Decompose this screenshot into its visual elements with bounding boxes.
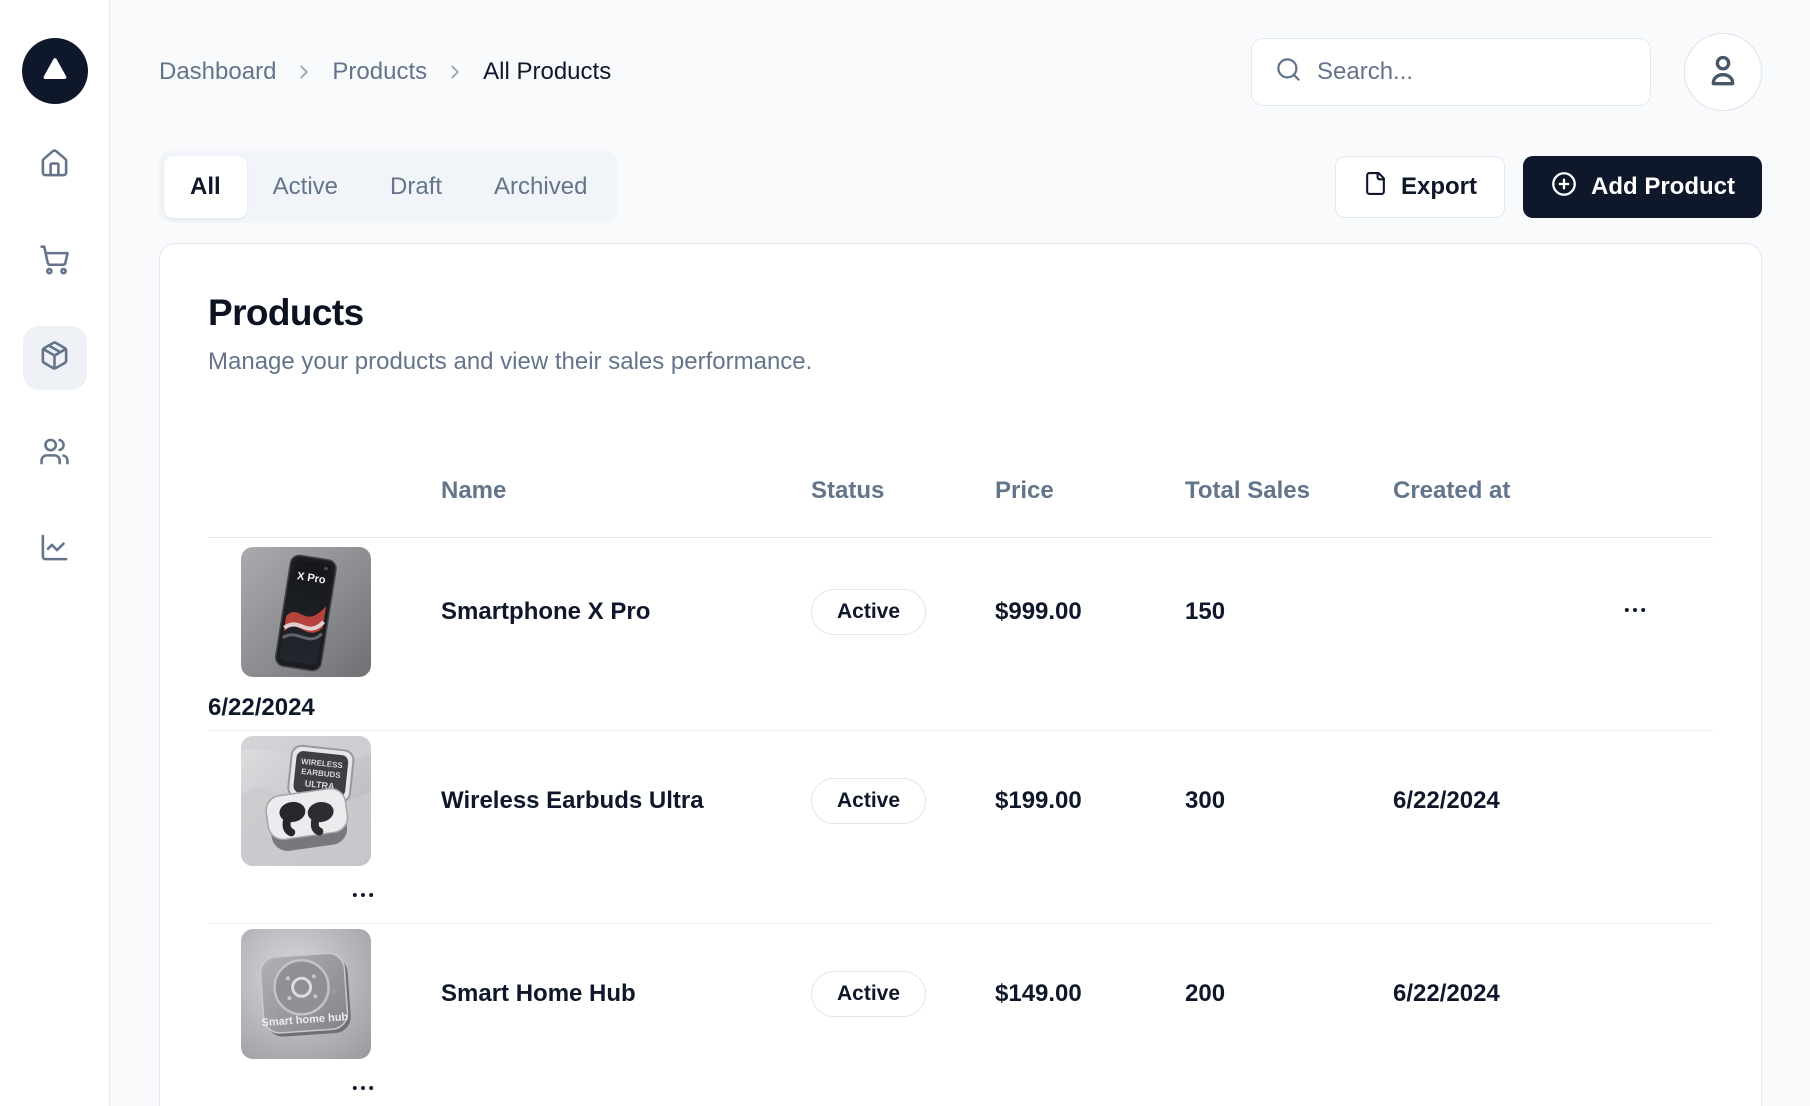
package-icon [39,340,70,376]
product-name: Smart Home Hub [441,980,811,1008]
earbuds-photo: WIRELESS EARBUDS ULTRA [241,736,371,866]
sidebar-nav [23,134,87,582]
product-total-sales: 300 [1185,787,1393,815]
breadcrumb-products[interactable]: Products [332,58,427,86]
sidebar-item-customers[interactable] [23,422,87,486]
product-name: Smartphone X Pro [441,598,811,626]
home-icon [39,148,70,184]
table-row: WIRELESS EARBUDS ULTRA [208,731,1713,924]
page-title: Products [208,292,1713,334]
sidebar-item-home[interactable] [23,134,87,198]
product-price: $149.00 [995,980,1185,1008]
filter-tabs: All Active Draft Archived [159,151,618,223]
status-badge: Active [811,971,926,1017]
add-product-button-label: Add Product [1591,173,1735,201]
chevron-right-icon [293,61,315,83]
more-horizontal-icon [349,881,377,912]
product-price: $999.00 [995,598,1185,626]
sidebar-item-analytics[interactable] [23,518,87,582]
main-content: Dashboard Products All Products [110,0,1810,1106]
toolbar: All Active Draft Archived Export Add Pro… [159,151,1762,223]
product-image-cell: X Pro [208,547,441,677]
chevron-right-icon [444,61,466,83]
row-actions [1613,590,1713,634]
table-header-row: Name Status Price Total Sales Created at [208,444,1713,538]
tab-draft[interactable]: Draft [364,156,468,218]
file-icon [1363,171,1388,203]
circle-plus-icon [1550,170,1578,205]
add-product-button[interactable]: Add Product [1523,156,1762,218]
row-menu-button[interactable] [1613,590,1657,634]
product-total-sales: 200 [1185,980,1393,1008]
smart-hub-photo: Smart home hub [241,929,371,1059]
product-created-at: 6/22/2024 [1393,980,1713,1008]
status-badge: Active [811,589,926,635]
tab-active[interactable]: Active [247,156,364,218]
shopping-cart-icon [39,244,70,280]
products-card: Products Manage your products and view t… [159,243,1762,1106]
users-icon [39,436,70,472]
table-header-status: Status [811,477,995,505]
page-description: Manage your products and view their sale… [208,348,1713,376]
search-icon [1275,56,1302,88]
product-created-at: 6/22/2024 [1393,787,1713,815]
smartphone-photo: X Pro [241,547,371,677]
search-input[interactable] [1317,58,1627,86]
topbar: Dashboard Products All Products [159,0,1762,111]
product-image-cell: WIRELESS EARBUDS ULTRA [208,736,441,866]
more-horizontal-icon [1621,596,1649,627]
product-created-at: 6/22/2024 [208,694,441,722]
table-header-price: Price [995,477,1185,505]
product-image-cell: Smart home hub [208,929,441,1059]
products-table: Name Status Price Total Sales Created at [208,444,1713,1106]
product-total-sales: 150 [1185,598,1393,626]
search-box [1251,38,1651,106]
row-actions [341,875,441,919]
sidebar [0,0,110,1106]
tab-archived[interactable]: Archived [468,156,613,218]
tab-all[interactable]: All [164,156,247,218]
table-header-name: Name [441,477,811,505]
sidebar-item-products[interactable] [23,326,87,390]
table-header-created-at: Created at [1393,477,1713,505]
product-price: $199.00 [995,787,1185,815]
export-button[interactable]: Export [1335,156,1505,218]
product-name: Wireless Earbuds Ultra [441,787,811,815]
user-menu-button[interactable] [1684,33,1762,111]
table-header-total-sales: Total Sales [1185,477,1393,505]
export-button-label: Export [1401,173,1477,201]
table-row: Smart home hub Smart Home Hub Active $14… [208,924,1713,1106]
row-actions [341,1068,441,1106]
status-badge: Active [811,778,926,824]
user-icon [1703,51,1743,94]
more-horizontal-icon [349,1074,377,1105]
line-chart-icon [39,532,70,568]
table-row: X Pro Smartphone X Pro Active $999.00 15… [208,538,1713,731]
row-menu-button[interactable] [341,1068,385,1106]
breadcrumb-all-products: All Products [483,58,611,86]
app-logo[interactable] [22,38,88,104]
breadcrumb-dashboard[interactable]: Dashboard [159,58,276,86]
sidebar-item-orders[interactable] [23,230,87,294]
triangle-logo-icon [38,52,72,91]
breadcrumb: Dashboard Products All Products [159,58,611,86]
row-menu-button[interactable] [341,875,385,919]
